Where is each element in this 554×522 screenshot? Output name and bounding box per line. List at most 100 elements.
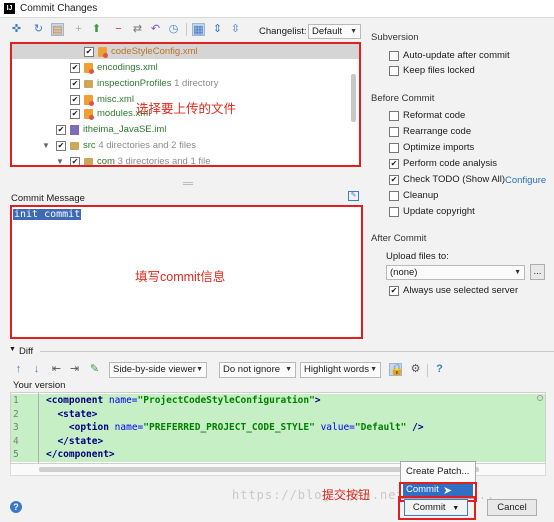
splitter-handle[interactable] [183,182,193,185]
folder-icon [84,158,93,165]
title-bar: IJ Commit Changes [0,0,554,18]
xml-file-icon [98,47,108,58]
tree-item-name: itheima_JavaSE.iml [83,124,167,135]
commit-button-highlight [398,496,476,520]
keep-locked-checkbox[interactable] [389,66,399,76]
highlight-value: Highlight words [304,364,369,375]
always-use-server-checkbox[interactable]: ✔ [389,286,399,296]
tree-item-name: com [97,156,115,167]
diff-editor[interactable]: 1 <component name="ProjectCodeStyleConfig… [10,392,546,464]
xml-file-icon [84,63,94,74]
reformat-checkbox[interactable] [389,111,399,121]
file-checkbox[interactable]: ✔ [70,95,80,105]
message-annotation: 填写commit信息 [135,270,226,284]
group-by-icon[interactable]: ▤ [51,23,64,36]
file-checkbox[interactable]: ✔ [70,109,80,119]
code-analysis-checkbox[interactable]: ✔ [389,159,399,169]
collapse-all-icon[interactable]: ⇳ [229,23,242,36]
show-diff-icon[interactable]: ✜ [10,23,23,36]
group-by-directory-icon[interactable]: ▦ [192,23,205,36]
help-icon[interactable]: ? [433,363,446,376]
auto-update-label: Auto-update after commit [403,50,510,61]
cancel-button[interactable]: Cancel [487,499,537,516]
folder-checkbox[interactable]: ✔ [70,157,80,165]
diff-header[interactable]: ▼ Diff [0,346,554,357]
code-text: </component> [46,449,115,460]
check-todo-label: Check TODO (Show All) [403,174,506,185]
tree-row[interactable]: ✔ encodings.xml [12,60,359,75]
move-icon[interactable]: ⬆ [90,23,103,36]
tree-scrollbar[interactable] [351,74,356,122]
jump-to-source-icon[interactable]: ⇄ [131,23,144,36]
commit-message-text: init commit [13,209,82,220]
code-line: 2 <state> [11,407,545,421]
chevron-down-icon[interactable]: ▼ [56,154,64,165]
tree-row[interactable]: ✔ itheima_JavaSE.iml [12,122,359,137]
add-icon[interactable]: + [72,23,85,36]
module-file-icon [70,125,79,135]
auto-update-checkbox[interactable] [389,51,399,61]
chevron-down-icon: ▼ [285,366,292,373]
chevron-down-icon: ▼ [350,28,357,35]
commit-message-input[interactable]: init commit 填写commit信息 [10,205,363,339]
chevron-down-icon: ▼ [370,366,377,373]
refresh-icon[interactable]: ↻ [32,23,45,36]
folder-checkbox[interactable]: ✔ [70,79,80,89]
cleanup-checkbox[interactable] [389,191,399,201]
tree-item-info: 1 directory [174,78,219,89]
keep-locked-label: Keep files locked [403,65,475,76]
gear-icon[interactable]: ⚙ [409,363,422,376]
help-icon[interactable]: ? [10,501,22,513]
next-file-icon[interactable]: ⇥ [68,363,81,376]
browse-servers-button[interactable]: ... [530,264,545,280]
tree-item-info: 3 directories and 1 file [117,156,211,167]
viewer-select[interactable]: Side-by-side viewer ▼ [109,362,207,378]
rearrange-label: Rearrange code [403,126,472,137]
tree-row[interactable]: ▼ ✔ src 4 directories and 2 files [12,138,359,153]
folder-checkbox[interactable]: ✔ [56,141,66,151]
xml-file-icon [84,109,94,120]
remove-icon[interactable]: − [112,23,125,36]
tree-annotation: 选择要上传的文件 [136,102,237,116]
create-patch-menu-item[interactable]: Create Patch... [406,465,469,479]
optimize-imports-checkbox[interactable] [389,143,399,153]
tree-row[interactable]: ✔ inspectionProfiles 1 directory [12,76,359,91]
previous-file-icon[interactable]: ⇤ [50,363,63,376]
eye-icon[interactable] [537,395,543,401]
history-icon[interactable]: ◷ [167,23,180,36]
chevron-down-icon[interactable]: ▼ [9,346,16,353]
highlight-select[interactable]: Highlight words ▼ [300,362,381,378]
chevron-down-icon[interactable]: ▼ [42,138,50,153]
tree-row[interactable]: ▼ ✔ com 3 directories and 1 file [12,154,359,167]
reformat-label: Reformat code [403,110,466,121]
revert-icon[interactable]: ↶ [149,23,162,36]
whitespace-select[interactable]: Do not ignore ▼ [219,362,296,378]
configure-link[interactable]: Configure [505,175,546,186]
window-title: Commit Changes [20,3,98,14]
upload-server-select[interactable]: (none) ▼ [386,265,525,280]
next-difference-icon[interactable]: ↓ [30,363,43,376]
line-number: 3 [13,422,19,433]
file-checkbox[interactable]: ✔ [70,63,80,73]
previous-difference-icon[interactable]: ↑ [12,363,25,376]
expand-all-icon[interactable]: ⇕ [211,23,224,36]
changed-files-tree[interactable]: ✔ codeStyleConfig.xml ✔ encodings.xml ✔ … [10,42,361,167]
file-checkbox[interactable]: ✔ [84,47,94,57]
edit-source-icon[interactable]: ✎ [88,363,101,376]
tree-item-name: misc.xml [97,94,134,105]
lock-icon[interactable]: 🔒 [389,363,404,376]
changelist-select[interactable]: Default ▼ [308,24,361,39]
your-version-label: Your version [13,380,66,391]
optimize-imports-label: Optimize imports [403,142,475,153]
upload-server-value: (none) [390,267,418,278]
file-checkbox[interactable]: ✔ [56,125,66,135]
code-text: <option name="PREFERRED_PROJECT_CODE_STY… [68,422,424,433]
check-todo-checkbox[interactable]: ✔ [389,175,399,185]
tree-item-name: inspectionProfiles [97,78,172,89]
tree-row[interactable]: ✔ codeStyleConfig.xml [12,44,359,59]
update-copyright-checkbox[interactable] [389,207,399,217]
rearrange-checkbox[interactable] [389,127,399,137]
code-text: </state> [57,435,104,447]
line-number: 1 [13,395,19,406]
message-history-icon[interactable]: ✎ [348,191,359,201]
